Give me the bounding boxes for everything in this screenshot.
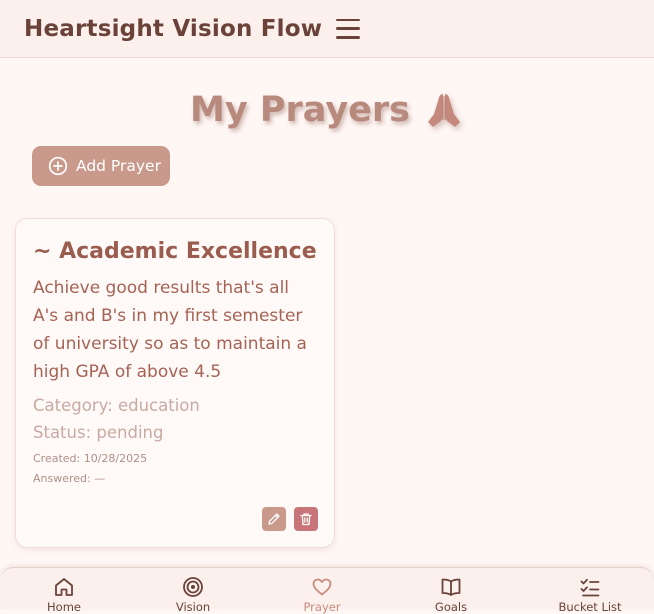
nav-label-home: Home <box>47 600 81 614</box>
target-icon <box>183 577 203 597</box>
prayer-title: ~ Academic Excellence <box>33 239 317 264</box>
nav-item-vision[interactable]: Vision <box>148 576 238 614</box>
add-prayer-label: Add Prayer <box>76 157 161 175</box>
book-icon <box>441 578 461 596</box>
page-title: My Prayers <box>190 90 410 130</box>
heart-icon <box>312 578 332 596</box>
nav-label-vision: Vision <box>175 600 211 614</box>
prayer-category: Category: education <box>33 396 200 415</box>
card-actions <box>262 507 318 531</box>
nav-item-bucket-list[interactable]: Bucket List <box>545 576 635 614</box>
prayer-card: ~ Academic Excellence Achieve good resul… <box>15 218 335 548</box>
checklist-icon <box>580 578 600 597</box>
nav-item-prayer[interactable]: Prayer <box>277 576 367 614</box>
home-icon <box>55 578 73 596</box>
prayer-created-date: Created: 10/28/2025 <box>33 452 148 465</box>
top-bar: Heartsight Vision Flow <box>0 0 654 58</box>
add-prayer-button[interactable]: Add Prayer <box>32 146 170 186</box>
trash-icon <box>300 513 312 526</box>
prayer-answered-date: Answered: — <box>33 472 106 485</box>
prayer-description: Achieve good results that's all A's and … <box>33 278 307 382</box>
bottom-nav: Home Vision Prayer Goals Bucket List <box>0 567 654 614</box>
page-heading: My Prayers <box>0 90 654 130</box>
nav-item-goals[interactable]: Goals <box>406 576 496 614</box>
nav-item-home[interactable]: Home <box>19 576 109 614</box>
plus-circle-icon <box>48 156 68 176</box>
praying-hands-icon <box>427 94 460 127</box>
nav-label-bucket-list: Bucket List <box>558 600 622 614</box>
hamburger-menu-icon[interactable] <box>336 18 361 40</box>
nav-label-prayer: Prayer <box>303 600 341 614</box>
edit-button[interactable] <box>262 507 286 531</box>
nav-label-goals: Goals <box>434 600 468 614</box>
app-title: Heartsight Vision Flow <box>24 15 323 42</box>
pencil-icon <box>268 513 280 525</box>
prayer-status: Status: pending <box>33 423 164 442</box>
delete-button[interactable] <box>294 507 318 531</box>
